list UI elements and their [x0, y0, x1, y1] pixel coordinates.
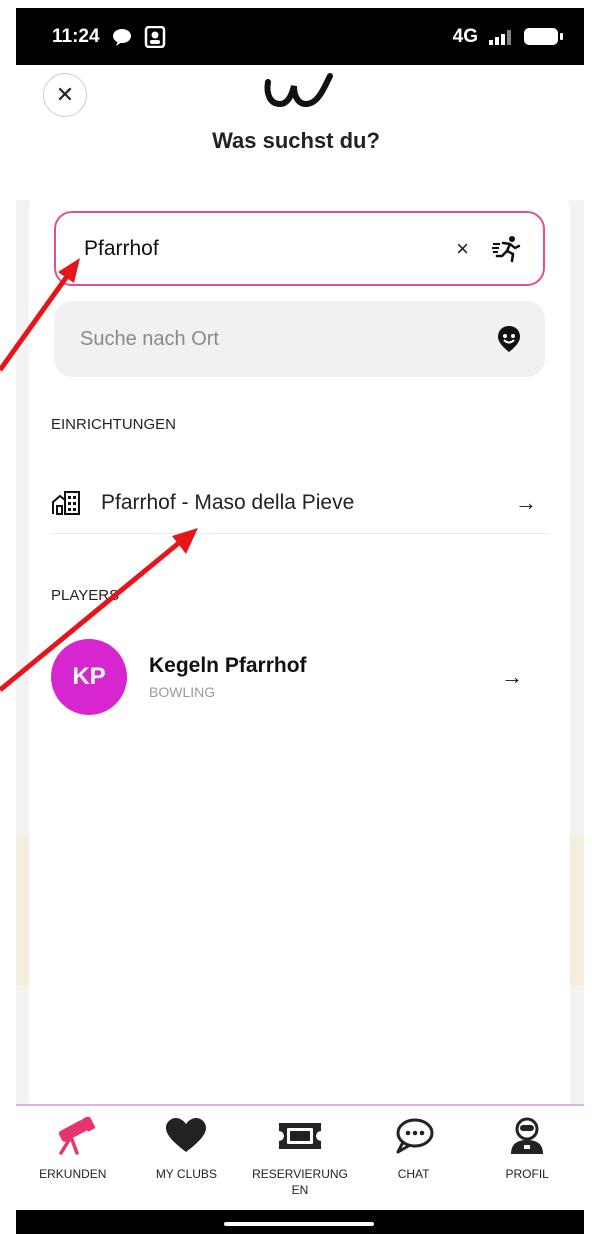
building-icon	[52, 490, 80, 515]
chat-notification-icon	[112, 28, 131, 46]
tab-erkunden[interactable]: ERKUNDEN	[16, 1106, 130, 1210]
avatar: KP	[51, 639, 127, 715]
app-screen: 11:24 4G ✕ Was suchst du? Pfarrhof × Suc…	[0, 0, 592, 1234]
chat-bubble-icon	[396, 1118, 434, 1154]
battery-icon	[524, 28, 563, 45]
facility-label[interactable]: Pfarrhof - Maso della Pieve	[101, 491, 515, 515]
tab-label: ERKUNDEN	[39, 1167, 107, 1181]
tab-label: CHAT	[397, 1167, 430, 1181]
status-bar: 11:24 4G	[16, 8, 584, 65]
page-title: Was suchst du?	[212, 128, 380, 153]
close-button[interactable]: ✕	[43, 73, 87, 117]
ticket-icon	[278, 1123, 321, 1149]
location-placeholder[interactable]: Suche nach Ort	[80, 328, 497, 351]
player-item[interactable]: KP Kegeln Pfarrhof BOWLING →	[51, 638, 549, 716]
contact-card-icon	[144, 25, 165, 48]
facility-item[interactable]: Pfarrhof - Maso della Pieve →	[51, 472, 549, 534]
close-icon: ✕	[55, 82, 75, 107]
search-input[interactable]: Pfarrhof ×	[54, 211, 545, 286]
profile-icon	[511, 1117, 544, 1154]
tab-label: MY CLUBS	[155, 1167, 217, 1181]
location-input[interactable]: Suche nach Ort	[54, 301, 545, 377]
player-name[interactable]: Kegeln Pfarrhof	[149, 654, 501, 678]
tab-profil[interactable]: PROFIL	[470, 1106, 584, 1210]
facilities-heading: EINRICHTUNGEN	[51, 416, 177, 433]
arrow-right-icon: →	[515, 489, 537, 515]
tab-chat[interactable]: CHAT	[357, 1106, 471, 1210]
tab-label: PROFIL	[505, 1167, 549, 1181]
tab-reservierungen[interactable]: RESERVIERUNG EN	[243, 1106, 357, 1210]
network-label: 4G	[452, 25, 478, 47]
bottom-tab-bar: ERKUNDEN MY CLUBS RESERVIERUNG EN CHAT P…	[16, 1104, 584, 1210]
location-pin-icon[interactable]	[497, 325, 521, 353]
running-person-icon[interactable]	[491, 234, 521, 264]
home-indicator[interactable]	[224, 1222, 374, 1226]
arrow-right-icon: →	[501, 664, 523, 689]
clear-search-icon[interactable]: ×	[456, 236, 469, 262]
player-sport: BOWLING	[149, 684, 216, 700]
home-indicator-bar	[16, 1210, 584, 1234]
tab-my-clubs[interactable]: MY CLUBS	[130, 1106, 244, 1210]
tab-label: RESERVIERUNG EN	[252, 1167, 348, 1197]
status-time: 11:24	[52, 25, 100, 47]
search-value[interactable]: Pfarrhof	[84, 237, 456, 261]
players-heading: PLAYERS	[51, 587, 120, 604]
app-logo	[264, 73, 333, 108]
signal-icon	[489, 29, 511, 45]
telescope-icon	[58, 1117, 95, 1155]
heart-icon	[166, 1118, 207, 1152]
